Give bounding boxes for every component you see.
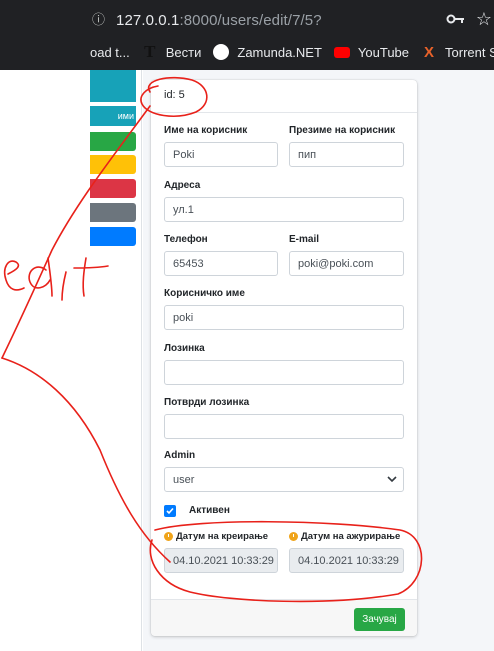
- bookmark-label: Zamunda.NET: [237, 44, 322, 60]
- admin-select-value: user: [173, 474, 195, 486]
- phone-label: Телефон: [164, 234, 208, 245]
- created-date-field: 04.10.2021 10:33:29: [164, 548, 278, 573]
- active-label: Активен: [189, 505, 230, 516]
- sidebar: ими: [90, 70, 142, 651]
- sidebar-label-button[interactable]: ими: [90, 106, 136, 126]
- password-input[interactable]: [164, 360, 404, 385]
- zamunda-icon: [213, 44, 230, 60]
- bookmark-item[interactable]: Zamunda.NET: [213, 44, 322, 60]
- bookmark-star-icon[interactable]: ☆: [476, 9, 492, 29]
- lastname-label: Презиме на корисник: [289, 125, 396, 136]
- confirm-password-label: Потврди лозинка: [164, 397, 250, 408]
- url-path: :8000/users/edit/7/5?: [179, 11, 322, 29]
- site-info-icon[interactable]: ⓘ: [92, 13, 106, 27]
- firstname-input[interactable]: Poki: [164, 142, 278, 167]
- key-icon[interactable]: [446, 11, 466, 27]
- check-icon: [166, 507, 174, 515]
- created-label: Датум на креирање: [176, 531, 269, 542]
- card-header: id: 5: [151, 80, 417, 113]
- chevron-down-icon: [387, 476, 397, 483]
- sidebar-label: ими: [117, 111, 134, 121]
- updated-label: Датум на ажурирање: [301, 531, 401, 542]
- sidebar-header-button[interactable]: [90, 70, 136, 102]
- vesti-icon: T: [144, 42, 156, 61]
- browser-chrome: ⓘ 127.0.0.1:8000/users/edit/7/5? ☆ oad t…: [0, 0, 494, 70]
- sidebar-yellow-button[interactable]: [90, 155, 136, 174]
- address-label: Адреса: [164, 180, 201, 191]
- address-bar[interactable]: ⓘ 127.0.0.1:8000/users/edit/7/5? ☆: [88, 6, 494, 34]
- bookmark-item[interactable]: oad t...: [90, 45, 130, 60]
- bookmark-label: YouTube: [357, 44, 410, 60]
- sidebar-red-button[interactable]: [90, 179, 136, 198]
- clock-icon: [289, 532, 298, 541]
- sidebar-gray-button[interactable]: [90, 203, 136, 222]
- annotation-letter-e: [3, 260, 25, 291]
- card-footer: Зачувај: [151, 599, 417, 636]
- active-checkbox[interactable]: [164, 505, 176, 517]
- annotation-letter-i: [61, 271, 67, 301]
- sidebar-green-button[interactable]: [90, 132, 136, 151]
- bookmark-item[interactable]: YouTube: [333, 44, 410, 60]
- bookmark-item[interactable]: X Torrent Sea: [421, 43, 494, 61]
- updated-date-field: 04.10.2021 10:33:29: [289, 548, 404, 573]
- admin-select[interactable]: user: [164, 467, 404, 492]
- address-input[interactable]: ул.1: [164, 197, 404, 222]
- lastname-input[interactable]: пип: [289, 142, 404, 167]
- bookmarks-bar: oad t... T Вести Zamunda.NET YouTube X Tor…: [90, 38, 494, 66]
- admin-label: Admin: [164, 450, 196, 461]
- user-edit-card: id: 5 Име на корисник Poki Презиме на ко…: [151, 80, 417, 636]
- bookmark-item[interactable]: T Вести: [142, 42, 202, 61]
- firstname-label: Име на корисник: [164, 125, 248, 136]
- youtube-icon: [333, 46, 350, 58]
- phone-input[interactable]: 65453: [164, 251, 278, 276]
- email-input[interactable]: poki@poki.com: [289, 251, 404, 276]
- url-host: 127.0.0.1: [116, 11, 180, 29]
- bookmark-label: Вести: [165, 44, 202, 60]
- username-label: Корисничко име: [164, 288, 245, 299]
- confirm-password-input[interactable]: [164, 414, 404, 439]
- clock-icon: [164, 532, 173, 541]
- save-button[interactable]: Зачувај: [354, 608, 405, 631]
- url-text: 127.0.0.1:8000/users/edit/7/5?: [116, 12, 322, 29]
- password-label: Лозинка: [164, 343, 205, 354]
- annotation-letter-d: [28, 257, 53, 297]
- email-label: E-mail: [289, 234, 320, 245]
- username-input[interactable]: poki: [164, 305, 404, 330]
- bookmark-label: oad t...: [90, 44, 130, 60]
- user-edit-form: Име на корисник Poki Презиме на корисник…: [151, 113, 417, 599]
- sidebar-blue-button[interactable]: [90, 227, 136, 246]
- torrent-icon: X: [424, 43, 435, 61]
- bookmark-label: Torrent Sea: [445, 44, 494, 60]
